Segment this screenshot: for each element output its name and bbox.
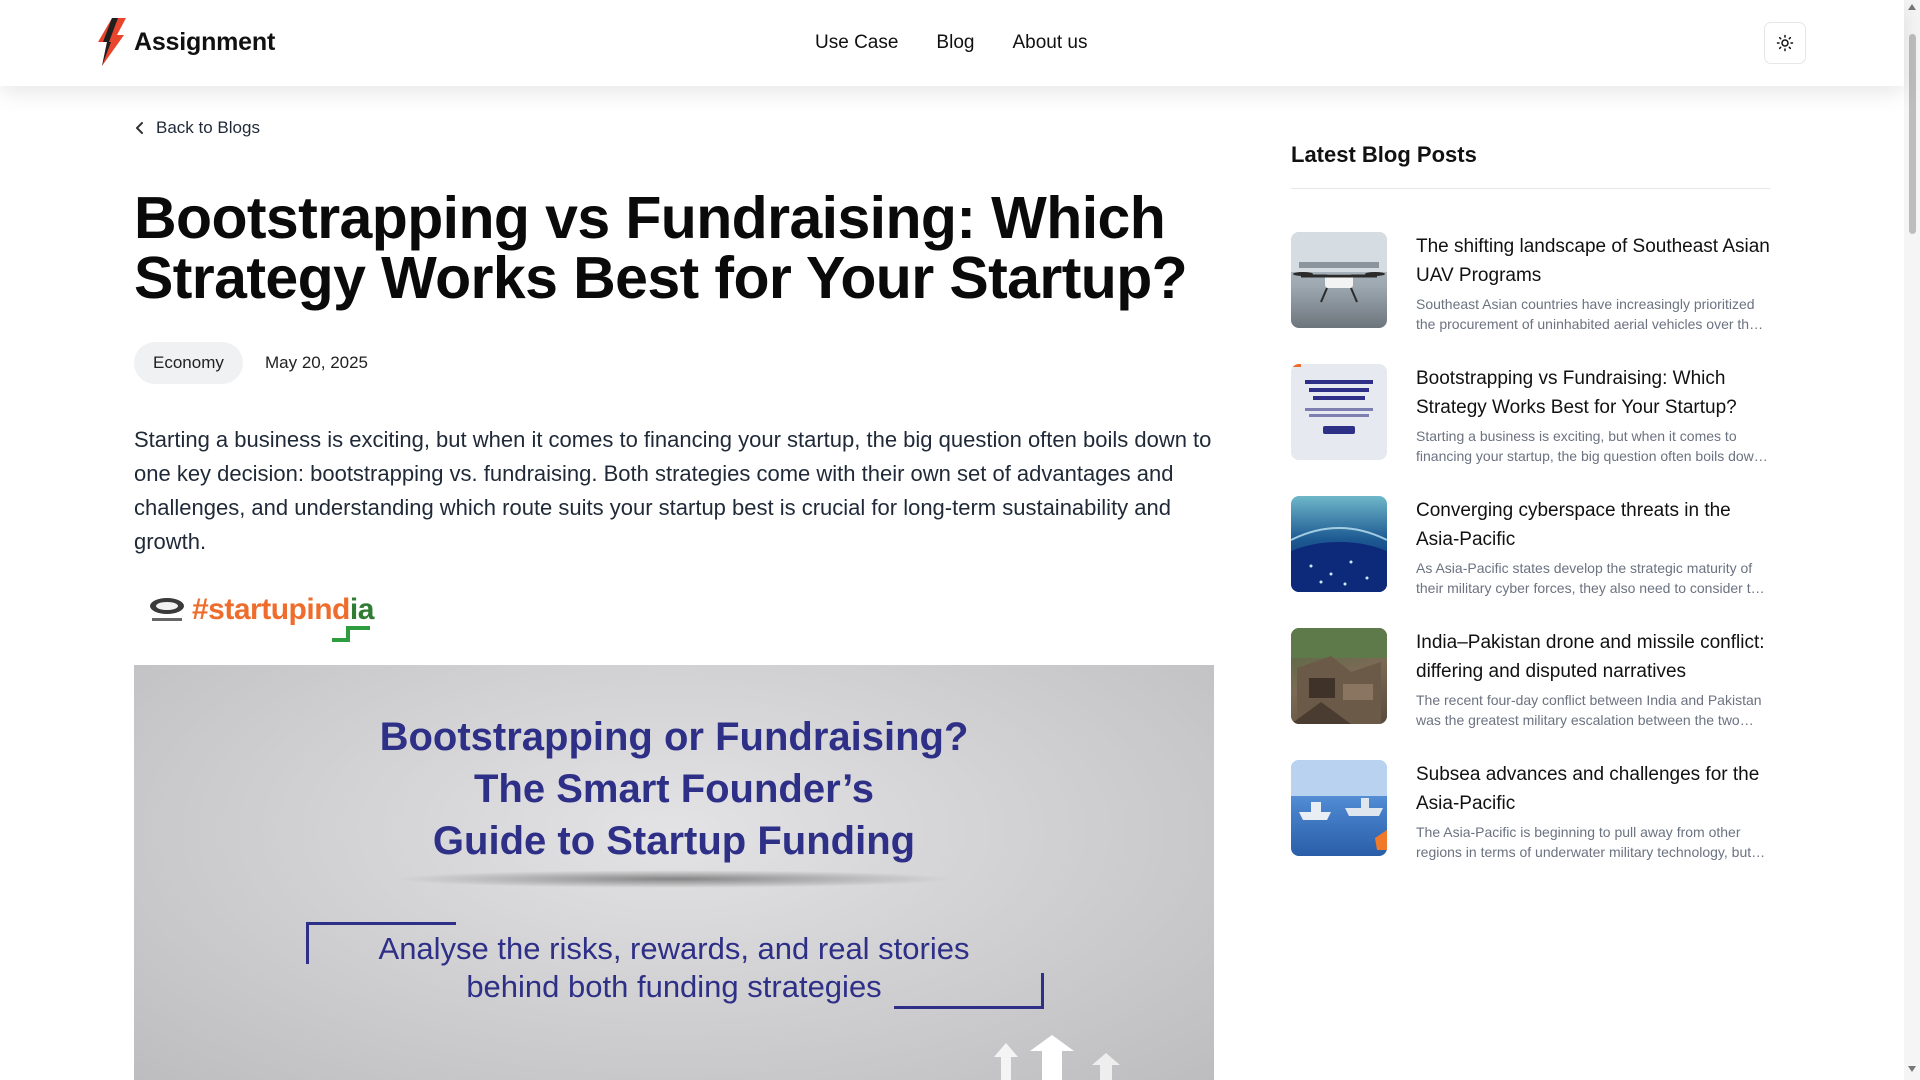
post-title[interactable]: The shifting landscape of Southeast Asia… xyxy=(1416,232,1770,290)
naval-ships-photo xyxy=(1291,760,1387,856)
hero-shadow-decoration xyxy=(394,870,954,888)
scroll-up-arrow-icon[interactable] xyxy=(1908,4,1916,10)
hero-subtitle-line: Analyse the risks, rewards, and real sto… xyxy=(378,931,970,966)
article-hero-image: Bootstrapping or Fundraising? The Smart … xyxy=(134,665,1214,1080)
scrollbar-thumb[interactable] xyxy=(1909,34,1916,234)
startupindia-logo: #startupindia xyxy=(148,590,408,646)
sidebar-post[interactable]: Converging cyberspace threats in the Asi… xyxy=(1291,496,1770,596)
drone-photo xyxy=(1291,232,1387,328)
hero-subtitle-line: behind both funding strategies xyxy=(466,969,882,1004)
green-step-icon xyxy=(332,626,370,642)
sidebar-divider xyxy=(1291,188,1770,189)
sidebar-post[interactable]: India–Pakistan drone and missile conflic… xyxy=(1291,628,1770,728)
post-title[interactable]: Converging cyberspace threats in the Asi… xyxy=(1416,496,1770,554)
post-title[interactable]: Subsea advances and challenges for the A… xyxy=(1416,760,1770,818)
cyber-globe-photo xyxy=(1291,496,1387,592)
damaged-building-photo xyxy=(1291,628,1387,724)
article-intro: Starting a business is exciting, but whe… xyxy=(134,427,1212,554)
nav-about-us[interactable]: About us xyxy=(1012,32,1087,54)
post-title[interactable]: Bootstrapping vs Fundraising: Which Stra… xyxy=(1416,364,1770,422)
lightning-bolt-icon xyxy=(98,18,126,66)
back-to-blogs-link[interactable]: Back to Blogs xyxy=(134,118,260,138)
sidebar-post[interactable]: Bootstrapping vs Fundraising: Which Stra… xyxy=(1291,364,1770,464)
article-title: Bootstrapping vs Fundraising: Which Stra… xyxy=(134,185,1188,311)
post-excerpt: The Asia-Pacific is beginning to pull aw… xyxy=(1416,824,1752,860)
nav-blog[interactable]: Blog xyxy=(936,32,974,54)
category-tag[interactable]: Economy xyxy=(134,342,243,384)
scroll-down-arrow-icon[interactable] xyxy=(1908,1066,1916,1072)
publish-date: May 20, 2025 xyxy=(265,353,369,372)
sidebar-title: Latest Blog Posts xyxy=(1291,142,1477,167)
sun-icon xyxy=(1776,34,1794,52)
startup-funding-thumbnail xyxy=(1291,364,1387,460)
post-excerpt: Starting a business is exciting, but whe… xyxy=(1416,428,1762,464)
sidebar-post[interactable]: Subsea advances and challenges for the A… xyxy=(1291,760,1770,860)
site-header: Assignment Use Case Blog About us xyxy=(0,0,1904,86)
brand-name: Assignment xyxy=(134,27,276,56)
brand-logo[interactable]: Assignment xyxy=(96,18,275,66)
government-emblem-icon xyxy=(150,598,184,621)
hero-subtitle: Analyse the risks, rewards, and real sto… xyxy=(134,930,1214,1006)
hero-title-line: The Smart Founder’s xyxy=(473,767,875,811)
main-nav: Use Case Blog About us xyxy=(815,32,1087,54)
sidebar-post[interactable]: The shifting landscape of Southeast Asia… xyxy=(1291,232,1770,332)
growth-arrows-icon xyxy=(994,1035,1120,1080)
back-label: Back to Blogs xyxy=(156,118,260,137)
post-excerpt: Southeast Asian countries have increasin… xyxy=(1416,296,1757,332)
theme-toggle-button[interactable] xyxy=(1764,22,1806,64)
page-scrollbar[interactable] xyxy=(1904,0,1920,1080)
post-excerpt: The recent four-day conflict between Ind… xyxy=(1416,692,1762,728)
chevron-left-icon xyxy=(136,122,143,134)
nav-use-case[interactable]: Use Case xyxy=(815,32,898,54)
post-title[interactable]: India–Pakistan drone and missile conflic… xyxy=(1416,628,1770,686)
post-excerpt: As Asia-Pacific states develop the strat… xyxy=(1416,560,1767,596)
hero-title-line: Bootstrapping or Fundraising? xyxy=(379,715,969,759)
hero-title: Bootstrapping or Fundraising? The Smart … xyxy=(134,711,1214,867)
hero-title-line: Guide to Startup Funding xyxy=(432,819,916,863)
